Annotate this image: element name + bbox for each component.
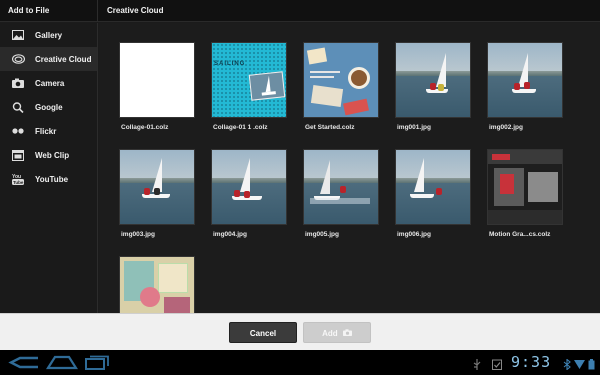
thumbnail [395, 42, 471, 118]
svg-text:Tube: Tube [13, 180, 24, 185]
sidebar-item-web-clip[interactable]: Web Clip [0, 143, 97, 167]
sidebar-item-label: Flickr [35, 126, 57, 136]
sidebar-item-flickr[interactable]: Flickr [0, 119, 97, 143]
file-tile[interactable]: img001.jpg [393, 42, 473, 137]
google-search-icon [11, 101, 25, 113]
sidebar-item-camera[interactable]: Camera [0, 71, 97, 95]
file-tile[interactable]: img003.jpg [117, 149, 197, 244]
cancel-button[interactable]: Cancel [229, 322, 297, 343]
sidebar-item-label: Gallery [35, 30, 63, 40]
thumbnail [395, 149, 471, 225]
dialog-title: Add to File [0, 0, 98, 22]
file-name: img002.jpg [489, 124, 523, 131]
file-name: img001.jpg [397, 124, 431, 131]
file-tile[interactable]: img006.jpg [393, 149, 473, 244]
camera-icon [342, 323, 352, 344]
bluetooth-icon [563, 357, 571, 371]
clock: 9:33 [511, 353, 552, 371]
file-tile[interactable]: Collage-01.colz [117, 42, 197, 137]
flickr-icon [11, 125, 25, 137]
clipboard-check-icon [492, 357, 502, 370]
home-icon[interactable] [45, 355, 79, 370]
file-name: img004.jpg [213, 231, 247, 238]
system-navigation-bar: 9:33 [0, 350, 600, 375]
file-name: img006.jpg [397, 231, 431, 238]
usb-icon [472, 357, 482, 370]
file-name: img003.jpg [121, 231, 155, 238]
file-name: Get Started.colz [305, 124, 355, 131]
add-button[interactable]: Add [303, 322, 371, 343]
sidebar-item-label: Google [35, 102, 63, 112]
thumbnail [487, 42, 563, 118]
file-name: Collage-01.colz [121, 124, 169, 131]
file-tile[interactable]: Motion Gra...cs.colz [485, 149, 565, 244]
add-label: Add [322, 329, 338, 338]
source-title: Creative Cloud [107, 6, 164, 15]
thumbnail [211, 149, 287, 225]
back-icon[interactable] [8, 355, 40, 370]
youtube-icon: You Tube [11, 173, 25, 185]
file-tile[interactable]: img002.jpg [485, 42, 565, 137]
file-name: Collage-01 1 .colz [213, 124, 268, 131]
sidebar-item-creative-cloud[interactable]: Creative Cloud [0, 47, 97, 71]
sidebar-item-gallery[interactable]: Gallery [0, 23, 97, 47]
recent-apps-icon[interactable] [84, 355, 110, 370]
thumbnail: SAILING [211, 42, 287, 118]
sidebar-item-label: Creative Cloud [35, 54, 92, 64]
camera-icon [11, 77, 25, 89]
file-tile[interactable]: Get Started.colz [301, 42, 381, 137]
creative-cloud-icon [11, 53, 25, 65]
web-clip-icon [11, 149, 25, 161]
file-tile[interactable]: img005.jpg [301, 149, 381, 244]
sidebar-item-label: Web Clip [35, 150, 70, 160]
dialog-action-bar: Cancel Add [0, 313, 600, 350]
title-bar: Add to File Creative Cloud [0, 0, 600, 22]
thumbnail [487, 149, 563, 225]
file-tile[interactable]: SAILING Collage-01 1 .colz [209, 42, 289, 137]
sidebar-item-youtube[interactable]: You Tube YouTube [0, 167, 97, 191]
sidebar-item-label: Camera [35, 78, 65, 88]
source-sidebar: Gallery Creative Cloud Camera Google Fli… [0, 23, 98, 313]
file-tile[interactable]: img004.jpg [209, 149, 289, 244]
thumbnail [303, 149, 379, 225]
sidebar-item-label: YouTube [35, 174, 69, 184]
thumbnail [303, 42, 379, 118]
file-name: Motion Gra...cs.colz [489, 231, 551, 238]
sidebar-item-google[interactable]: Google [0, 95, 97, 119]
wifi-icon [574, 357, 585, 369]
thumbnail [119, 149, 195, 225]
file-grid: Collage-01.colz SAILING Collage-01 1 .co… [99, 23, 600, 332]
thumbnail [119, 42, 195, 118]
battery-icon [588, 357, 595, 370]
image-icon [11, 29, 25, 41]
file-name: img005.jpg [305, 231, 339, 238]
